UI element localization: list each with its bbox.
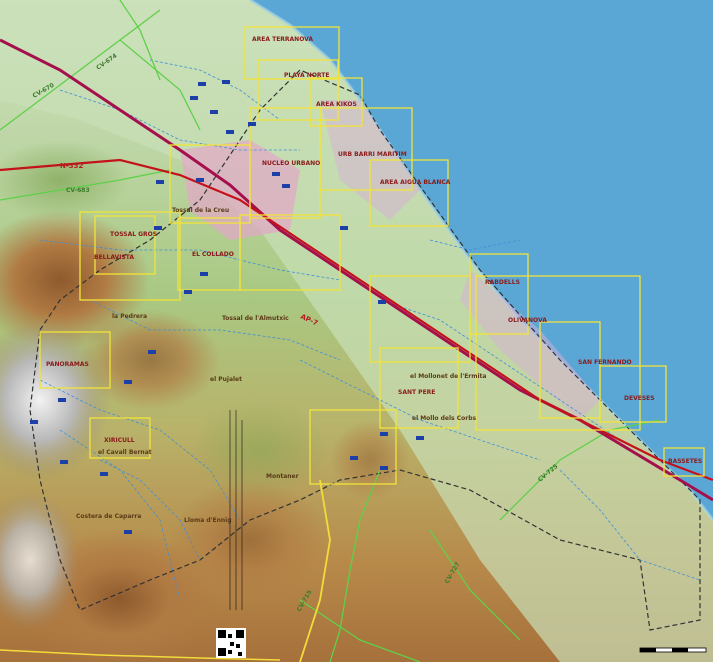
place-label-el-mollo-dels-corbs: el Mollo dels Corbs: [412, 415, 476, 422]
place-label-el-mollonet-de-l-ermita: el Mollonet de l'Ermita: [410, 373, 486, 380]
zone-label-bellavista: BELLAVISTA: [94, 254, 134, 261]
zone-label-xiricull: XIRICULL: [104, 437, 135, 444]
zone-label-urb-barri-maritim: URB BARRI MARITIM: [338, 151, 407, 158]
zone-label-area-terranova: AREA TERRANOVA: [252, 36, 313, 43]
zone-label-area-kikos: AREA KIKOS: [316, 101, 357, 108]
relief-corbs: [330, 420, 410, 500]
road-shield-n332: N-332: [60, 162, 84, 170]
scale-bar-icon: [639, 647, 707, 653]
zone-label-olivanova: OLIVANOVA: [508, 317, 547, 324]
place-label-el-cavall-bernat: el Cavall Bernat: [98, 449, 152, 456]
zone-label-panoramas: PANORAMAS: [46, 361, 89, 368]
place-label-lloma-d-ennig: Lloma d'Ennig: [184, 517, 232, 524]
zone-label-area-aigua-blanca: AREA AIGUA BLANCA: [380, 179, 451, 186]
place-label-la-pedrera: la Pedrera: [112, 313, 147, 320]
place-label-montaner: Montaner: [266, 473, 299, 480]
place-label-costera-de-caparra: Costera de Caparra: [76, 513, 141, 520]
place-label-tossal-de-l-almutxic: Tossal de l'Almutxic: [222, 315, 289, 322]
road-shield-cv683: CV-683: [66, 187, 90, 194]
zone-label-deveses: DEVESES: [624, 395, 655, 402]
relief-montaner: [190, 400, 330, 500]
relief-central: [80, 310, 220, 410]
zone-label-san-fernando: SAN FERNANDO: [578, 359, 632, 366]
zone-label-sant-pere: SANT PERE: [398, 389, 435, 396]
topographic-map[interactable]: CV-670 CV-674 CV-683 AP-7 N-332 CV-715 C…: [0, 0, 713, 662]
zone-label-tossal-gros: TOSSAL GROS: [110, 231, 157, 238]
map-canvas[interactable]: CV-670 CV-674 CV-683 AP-7 N-332 CV-715 C…: [0, 0, 713, 662]
zone-label-playa-norte: PLAYA NORTE: [284, 72, 329, 79]
zone-label-rabdells: RABDELLS: [485, 279, 520, 286]
zone-label-nucleo-urbano: NUCLEO URBANO: [262, 160, 320, 167]
qr-code-icon: [216, 628, 246, 658]
place-label-tossal-de-la-creu: Tossal de la Creu: [172, 207, 229, 214]
zone-label-bassetes: BASSETES: [668, 458, 702, 465]
place-label-el-pujalet: el Pujalet: [210, 376, 242, 383]
zone-label-el-collado: EL COLLADO: [192, 251, 234, 258]
